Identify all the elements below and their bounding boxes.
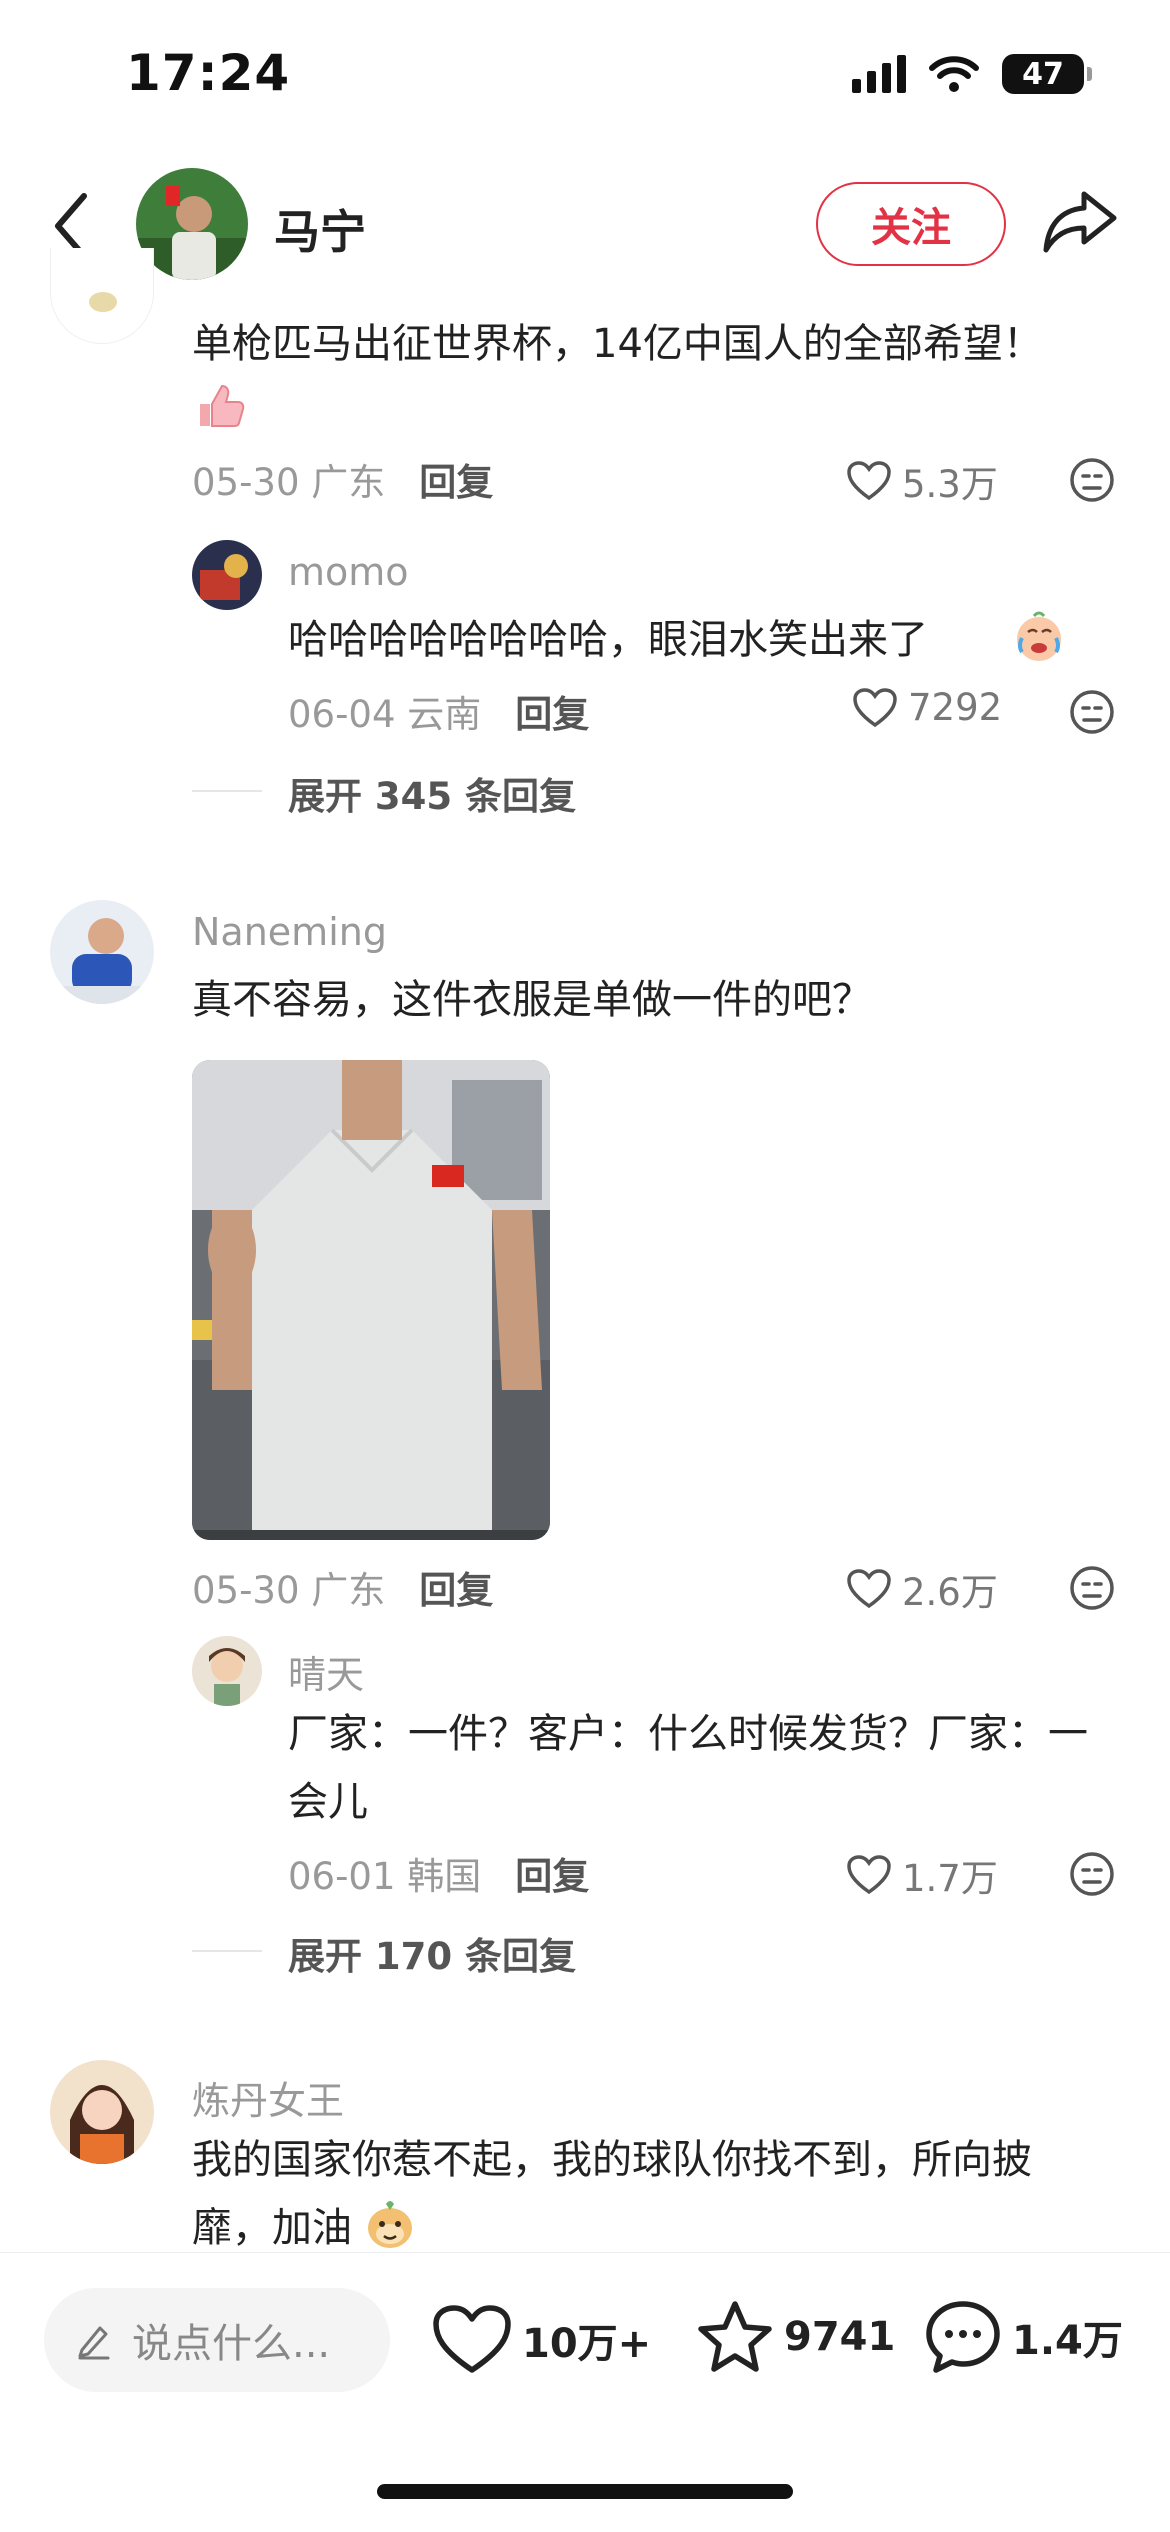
commenter-username[interactable]: Naneming <box>192 910 387 954</box>
reply-username[interactable]: momo <box>288 550 409 594</box>
divider <box>192 790 262 792</box>
reply-meta: 06-01 韩国 回复 <box>288 1846 589 1900</box>
comment-bubble-icon <box>926 2301 1000 2373</box>
comment-count: 1.4万 <box>1012 2318 1123 2364</box>
commenter-username[interactable]: 炼丹女王 <box>192 2070 344 2125</box>
heart-icon <box>433 2305 511 2373</box>
comment-meta: 05-30 广东 回复 <box>192 452 493 506</box>
favorite-button[interactable]: 9741 <box>696 2298 895 2376</box>
favorite-count: 9741 <box>784 2314 896 2360</box>
reply-button[interactable]: 回复 <box>515 1846 589 1900</box>
comment-text: 我的国家你惹不起，我的球队你找不到，所向披靡，加油 <box>192 2137 1032 2251</box>
comment-meta: 05-30 广东 回复 <box>192 1560 493 1614</box>
comment-text: 单枪匹马出征世界杯，14亿中国人的全部希望！ <box>192 321 1043 367</box>
share-icon[interactable] <box>1040 186 1120 258</box>
reaction-emoji-icon[interactable] <box>1068 688 1116 736</box>
reply-date: 06-01 <box>288 1855 396 1898</box>
comment-location: 广东 <box>311 1569 386 1612</box>
reply-button[interactable]: 回复 <box>419 1560 493 1614</box>
cellular-signal-icon <box>852 55 906 93</box>
post-like-count: 10万+ <box>522 2321 652 2367</box>
comment-date: 05-30 <box>192 1569 300 1612</box>
home-indicator[interactable] <box>377 2484 793 2499</box>
pencil-icon <box>78 2326 110 2360</box>
like-post-button[interactable]: 10万+ <box>432 2304 651 2376</box>
follow-button[interactable]: 关注 <box>816 182 1006 266</box>
reaction-emoji-icon[interactable] <box>1068 456 1116 504</box>
reply-location: 韩国 <box>407 1855 482 1898</box>
heart-icon <box>847 1569 891 1609</box>
like-button[interactable]: 2.6万 <box>846 1562 998 1616</box>
divider <box>192 1950 262 1952</box>
heart-icon <box>847 1855 891 1895</box>
battery-icon: 47 <box>1002 54 1092 94</box>
commenter-avatar[interactable] <box>50 900 154 1004</box>
reaction-emoji-icon[interactable] <box>1068 1564 1116 1612</box>
heart-icon <box>853 687 897 727</box>
like-button[interactable]: 7292 <box>852 686 1002 729</box>
laugh-cry-emoji-icon <box>1017 611 1061 661</box>
commenter-avatar[interactable] <box>50 2060 154 2164</box>
reply-text: 哈哈哈哈哈哈哈哈，眼泪水笑出来了 <box>288 617 928 663</box>
commenter-avatar[interactable] <box>50 248 154 344</box>
like-count: 7292 <box>908 686 1003 729</box>
reply-avatar[interactable] <box>192 540 262 610</box>
like-count: 5.3万 <box>902 463 998 506</box>
comment-input[interactable]: 说点什么... <box>44 2288 390 2392</box>
reply-text: 厂家：一件？客户：什么时候发货？厂家：一会儿 <box>288 1711 1088 1825</box>
cheer-emoji-icon <box>368 2201 412 2248</box>
reaction-emoji-icon[interactable] <box>1068 1850 1116 1898</box>
thumbs-up-emoji-icon <box>200 384 245 427</box>
status-time: 17:24 <box>126 44 291 102</box>
reply-avatar[interactable] <box>192 1636 262 1706</box>
expand-replies-button[interactable]: 展开 345 条回复 <box>288 766 576 820</box>
reply-location: 云南 <box>407 693 482 736</box>
status-icons: 47 <box>852 54 1092 94</box>
comment-date: 05-30 <box>192 461 300 504</box>
like-count: 1.7万 <box>902 1857 998 1900</box>
star-icon <box>698 2301 772 2372</box>
expand-replies-button[interactable]: 展开 170 条回复 <box>288 1926 576 1980</box>
author-name: 马宁 <box>274 205 366 259</box>
heart-icon <box>847 461 891 501</box>
reply-date: 06-04 <box>288 693 396 736</box>
comment-input-placeholder: 说点什么... <box>132 2321 331 2367</box>
reply-username[interactable]: 晴天 <box>288 1644 364 1699</box>
like-count: 2.6万 <box>902 1571 998 1614</box>
reply-meta: 06-04 云南 回复 <box>288 684 589 738</box>
comments-button[interactable]: 1.4万 <box>924 2298 1123 2376</box>
reply-button[interactable]: 回复 <box>515 684 589 738</box>
reply-button[interactable]: 回复 <box>419 452 493 506</box>
comment-location: 广东 <box>311 461 386 504</box>
like-button[interactable]: 5.3万 <box>846 454 998 508</box>
battery-level: 47 <box>1022 56 1064 92</box>
comment-image[interactable] <box>192 1060 550 1540</box>
comment-text: 真不容易，这件衣服是单做一件的吧？ <box>192 977 872 1023</box>
like-button[interactable]: 1.7万 <box>846 1848 998 1902</box>
wifi-icon <box>929 56 979 92</box>
